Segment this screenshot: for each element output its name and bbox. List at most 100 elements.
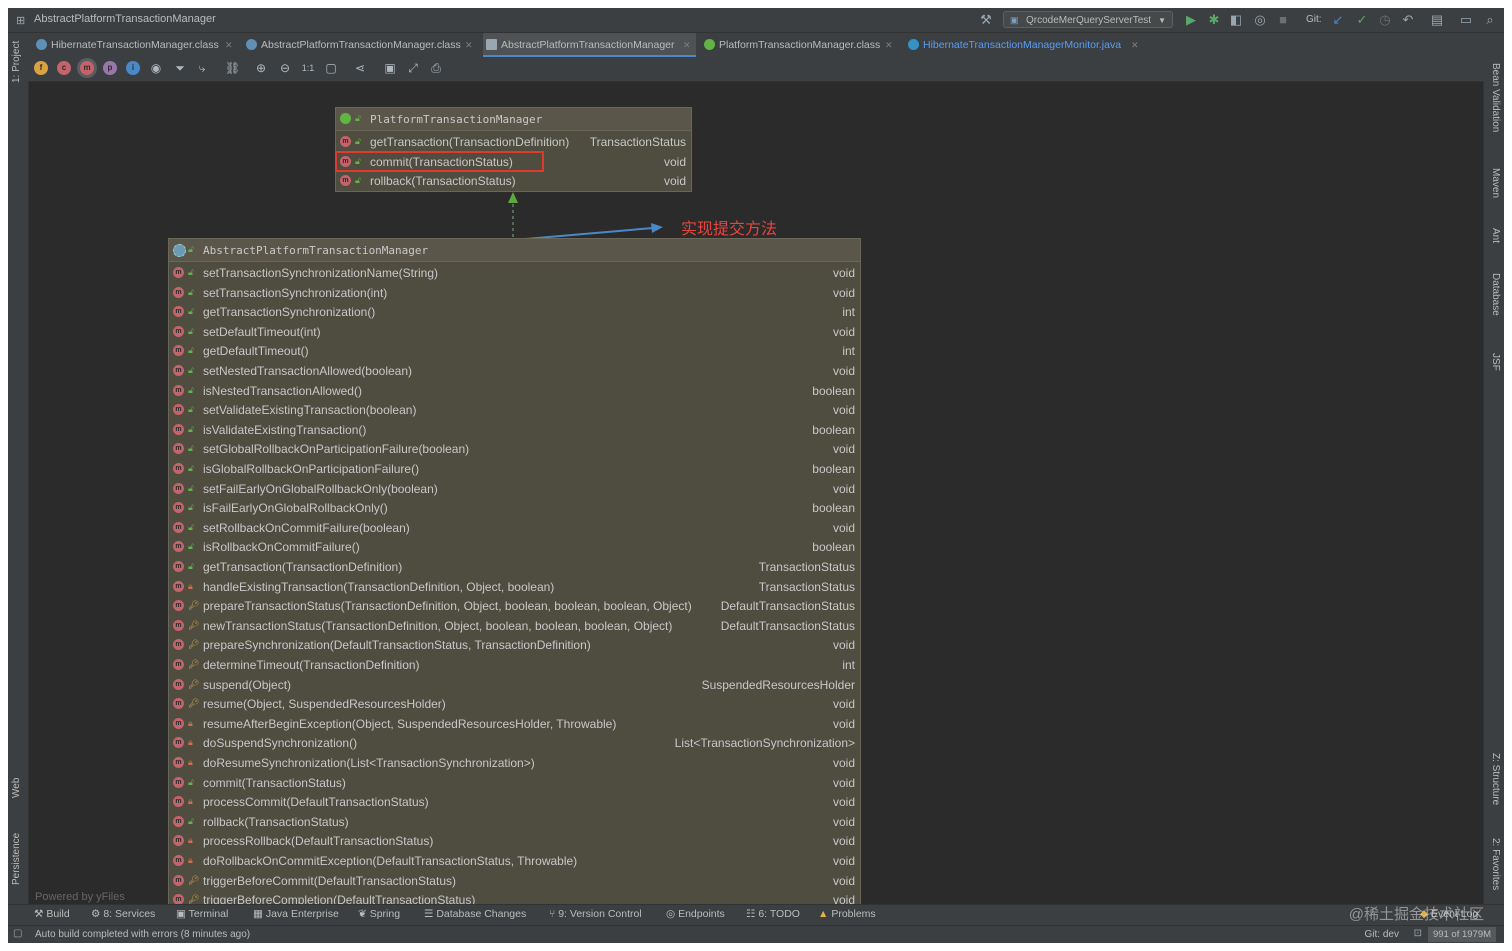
status-message[interactable]: Auto build completed with errors (8 minu… <box>35 929 250 940</box>
bean-validation-tool-button[interactable]: Bean Validation <box>1490 63 1501 132</box>
endpoints-tool-tab[interactable]: ◎ Endpoints <box>666 908 725 920</box>
close-icon[interactable]: ✕ <box>225 33 233 57</box>
export-icon[interactable]: ⤢ <box>406 61 420 75</box>
todo-tool-tab[interactable]: ☷ 6: TODO <box>746 908 800 920</box>
jsf-tool-button[interactable]: JSF <box>1490 353 1501 371</box>
method-row[interactable]: m 🔓︎ getTransaction(TransactionDefinition)… <box>169 557 860 577</box>
method-row[interactable]: m 🔓︎ isRollbackOnCommitFailure() boolean <box>169 537 860 557</box>
tab-hibernate-transaction-manager-class[interactable]: HibernateTransactionManager.class ✕ <box>33 33 238 57</box>
method-row[interactable]: m 🔓︎ setRollbackOnCommitFailure(boolean) vo… <box>169 518 860 538</box>
maven-tool-button[interactable]: Maven <box>1490 168 1501 198</box>
eye-icon[interactable]: ◉ <box>149 61 163 75</box>
services-tool-tab[interactable]: ⚙ 8: Services <box>91 908 155 920</box>
run-icon[interactable]: ▶ <box>1183 12 1199 28</box>
problems-tool-tab[interactable]: ▲ Problems <box>818 908 876 920</box>
database-tool-button[interactable]: Database <box>1490 273 1501 316</box>
close-icon[interactable]: ✕ <box>885 33 893 57</box>
fit-content-icon[interactable]: ▢ <box>324 61 338 75</box>
method-row[interactable]: m 🔓︎ setValidateExistingTransaction(boolea… <box>169 400 860 420</box>
debug-icon[interactable]: ✱ <box>1206 12 1222 28</box>
git-revert-icon[interactable]: ↶ <box>1400 12 1416 28</box>
git-branch-widget[interactable]: Git: dev <box>1365 929 1399 940</box>
toggle-tool-windows-icon[interactable]: ▢ <box>13 928 22 939</box>
method-row[interactable]: m 🔓︎ setNestedTransactionAllowed(boolean) v… <box>169 361 860 381</box>
stop-icon[interactable]: ■ <box>1275 12 1291 28</box>
method-row[interactable]: m 🔑︎ newTransactionStatus(TransactionDefin… <box>169 616 860 636</box>
method-row[interactable]: m 🔓︎ commit(TransactionStatus) void <box>169 773 860 793</box>
web-tool-button[interactable]: Web <box>11 778 22 798</box>
coverage-icon[interactable]: ◧ <box>1228 12 1244 28</box>
method-row[interactable]: m 🔑︎ suspend(Object) SuspendedResourcesHold… <box>169 675 860 695</box>
method-row[interactable]: m 🔓︎ setDefaultTimeout(int) void <box>169 322 860 342</box>
favorites-tool-button[interactable]: 2: Favorites <box>1490 838 1501 890</box>
layout-icon[interactable]: ⋖ <box>353 61 367 75</box>
zoom-in-icon[interactable]: ⊕ <box>254 61 268 75</box>
methods-filter-icon[interactable]: m <box>80 61 94 75</box>
lock-icon[interactable]: ⊡ <box>1414 928 1422 939</box>
git-commit-icon[interactable]: ✓ <box>1354 12 1370 28</box>
method-row[interactable]: m 🔑︎ resume(Object, SuspendedResourcesHold… <box>169 694 860 714</box>
database-changes-tool-tab[interactable]: ☰ Database Changes <box>424 908 526 920</box>
spring-tool-tab[interactable]: ❦ Spring <box>358 908 400 920</box>
class-node[interactable]: 🔓︎ AbstractPlatformTransactionManager m 🔓… <box>168 238 861 912</box>
method-row[interactable]: m 🔓︎ rollback(TransactionStatus) void <box>336 171 691 191</box>
actual-size-icon[interactable]: 1:1 <box>301 61 315 75</box>
close-icon[interactable]: ✕ <box>683 33 691 57</box>
method-row[interactable]: m 🔓︎ setGlobalRollbackOnParticipationFailu… <box>169 439 860 459</box>
presentation-icon[interactable]: ▭ <box>1458 12 1474 28</box>
terminal-tool-tab[interactable]: ▣ Terminal <box>176 908 228 920</box>
filter-icon[interactable]: ⏷ <box>173 61 187 75</box>
method-row[interactable]: m 🔑︎ prepareSynchronization(DefaultTransac… <box>169 635 860 655</box>
link-icon[interactable]: ⛓ <box>225 61 240 75</box>
properties-filter-icon[interactable]: p <box>103 61 117 75</box>
tab-abstract-platform-transaction-manager-class[interactable]: AbstractPlatformTransactionManager.class… <box>243 33 478 57</box>
method-row[interactable]: m 🔒︎ processRollback(DefaultTransactionSta… <box>169 831 860 851</box>
version-control-tool-tab[interactable]: ⑂ 9: Version Control <box>549 908 642 920</box>
run-config-select[interactable]: ▣ QrcodeMerQueryServerTest ▼ <box>1003 11 1173 28</box>
method-row[interactable]: m 🔓︎ isValidateExistingTransaction() boolea… <box>169 420 860 440</box>
method-row[interactable]: m 🔒︎ doSuspendSynchronization() List<Transa… <box>169 733 860 753</box>
structure-tool-button[interactable]: Z: Structure <box>1490 753 1501 805</box>
method-row[interactable]: m 🔓︎ isFailEarlyOnGlobalRollbackOnly() bool… <box>169 498 860 518</box>
fields-filter-icon[interactable]: f <box>34 61 48 75</box>
java-enterprise-tool-tab[interactable]: ▦ Java Enterprise <box>253 908 339 920</box>
method-row[interactable]: m 🔒︎ processCommit(DefaultTransactionStatu… <box>169 792 860 812</box>
method-row[interactable]: m 🔓︎ setTransactionSynchronization(int) voi… <box>169 283 860 303</box>
method-row[interactable]: m 🔓︎ setFailEarlyOnGlobalRollbackOnly(bool… <box>169 479 860 499</box>
edge-icon[interactable]: ⤷ <box>195 61 209 75</box>
close-icon[interactable]: ✕ <box>1131 33 1139 57</box>
git-update-icon[interactable]: ↙ <box>1330 12 1346 28</box>
project-structure-icon[interactable]: ▤ <box>1429 12 1445 28</box>
method-row[interactable]: m 🔒︎ doResumeSynchronization(List<Transact… <box>169 753 860 773</box>
method-row[interactable]: m 🔒︎ doRollbackOnCommitException(DefaultTr… <box>169 851 860 871</box>
persistence-tool-button[interactable]: Persistence <box>11 833 22 885</box>
tab-hibernate-transaction-manager-monitor-java[interactable]: HibernateTransactionManagerMonitor.java … <box>905 33 1145 57</box>
method-row[interactable]: m 🔒︎ handleExistingTransaction(Transaction… <box>169 577 860 597</box>
method-row[interactable]: m 🔓︎ isNestedTransactionAllowed() boolean <box>169 381 860 401</box>
save-icon[interactable]: ▣ <box>383 61 397 75</box>
method-row[interactable]: m 🔑︎ triggerBeforeCommit(DefaultTransactio… <box>169 871 860 891</box>
tab-platform-transaction-manager-class[interactable]: PlatformTransactionManager.class ✕ <box>701 33 896 57</box>
method-row[interactable]: m 🔓︎ rollback(TransactionStatus) void <box>169 812 860 832</box>
diagram-canvas[interactable]: 🔓︎ PlatformTransactionManager m 🔓︎ getTran… <box>29 82 1483 919</box>
project-tool-button[interactable]: 1: Project <box>11 41 22 83</box>
build-hammer-icon[interactable]: ⚒ <box>978 12 994 28</box>
ant-tool-button[interactable]: Ant <box>1490 228 1501 243</box>
method-row[interactable]: m 🔓︎ getTransactionSynchronization() int <box>169 302 860 322</box>
search-icon[interactable]: ⌕ <box>1482 12 1498 28</box>
zoom-out-icon[interactable]: ⊖ <box>278 61 292 75</box>
inner-classes-filter-icon[interactable]: i <box>126 61 140 75</box>
close-icon[interactable]: ✕ <box>465 33 473 57</box>
method-row[interactable]: m 🔓︎ isGlobalRollbackOnParticipationFailur… <box>169 459 860 479</box>
constructors-filter-icon[interactable]: c <box>57 61 71 75</box>
method-row[interactable]: m 🔓︎ getTransaction(TransactionDefinition)… <box>336 132 691 152</box>
method-row[interactable]: m 🔑︎ prepareTransactionStatus(TransactionD… <box>169 596 860 616</box>
method-row[interactable]: m 🔓︎ getDefaultTimeout() int <box>169 341 860 361</box>
interface-node[interactable]: 🔓︎ PlatformTransactionManager m 🔓︎ getTran… <box>335 107 692 192</box>
method-row[interactable]: m 🔓︎ setTransactionSynchronizationName(Str… <box>169 263 860 283</box>
print-icon[interactable]: ⎙ <box>429 61 443 75</box>
method-row[interactable]: m 🔑︎ determineTimeout(TransactionDefinitio… <box>169 655 860 675</box>
build-tool-tab[interactable]: ⚒ Build <box>34 908 70 920</box>
git-history-icon[interactable]: ◷ <box>1377 12 1393 28</box>
tab-abstract-platform-transaction-manager-diagram[interactable]: AbstractPlatformTransactionManager ✕ <box>483 33 696 57</box>
